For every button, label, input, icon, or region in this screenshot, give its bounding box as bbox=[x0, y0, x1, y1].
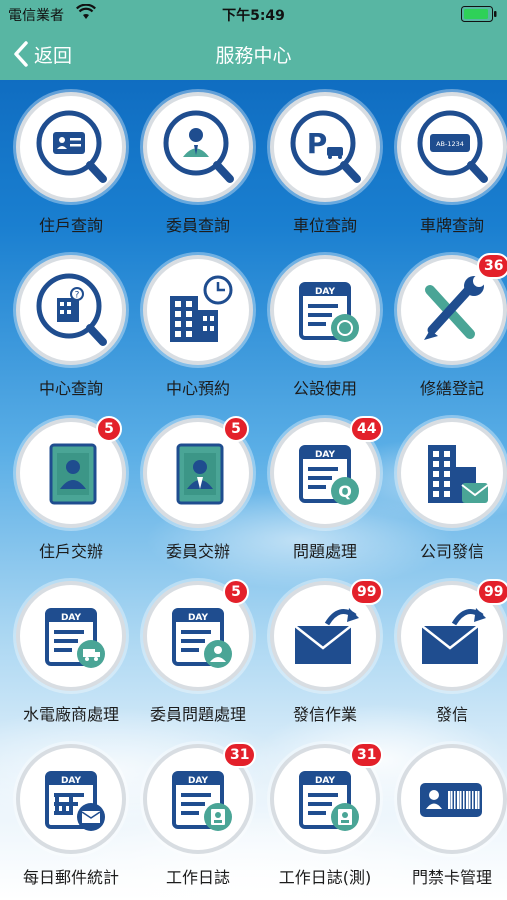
notification-badge: 5 bbox=[96, 416, 122, 442]
service-tile[interactable]: 門禁卡管理 bbox=[389, 732, 507, 897]
building-clock-icon bbox=[143, 255, 253, 365]
service-tile[interactable]: 36 修繕登記 bbox=[389, 243, 507, 408]
nav-bar: 返回 服務中心 bbox=[0, 28, 507, 80]
committee-search-icon bbox=[143, 92, 253, 202]
service-tile-label: 門禁卡管理 bbox=[411, 868, 492, 887]
service-tile-label: 住戶查詢 bbox=[38, 216, 103, 235]
access-card-icon bbox=[397, 744, 507, 854]
company-mail-icon bbox=[397, 418, 507, 528]
service-tile-label: 修繕登記 bbox=[419, 379, 484, 398]
svg-text:DAY: DAY bbox=[315, 287, 336, 297]
service-tile[interactable]: 5 住戶交辦 bbox=[8, 406, 134, 571]
service-tile-label: 中心查詢 bbox=[38, 379, 103, 398]
service-tile-label: 公司發信 bbox=[419, 542, 484, 561]
service-tile[interactable]: 99 發信作業 bbox=[262, 569, 388, 734]
notification-badge: 36 bbox=[477, 253, 507, 279]
service-tile[interactable]: 委員查詢 bbox=[135, 80, 261, 245]
service-tile-label: 委員問題處理 bbox=[149, 705, 246, 724]
service-tile[interactable]: DAY 31 工作日誌 bbox=[135, 732, 261, 897]
service-tile-label: 中心預約 bbox=[165, 379, 230, 398]
service-tile-label: 委員交辦 bbox=[165, 542, 230, 561]
service-tile[interactable]: DAY 水電廠商處理 bbox=[8, 569, 134, 734]
service-tile[interactable]: DAY 每日郵件統計 bbox=[8, 732, 134, 897]
service-tile-label: 發信作業 bbox=[292, 705, 357, 724]
status-bar: 電信業者 下午5:49 bbox=[0, 0, 507, 28]
service-tile-label: 問題處理 bbox=[292, 542, 357, 561]
service-tile-label: 公設使用 bbox=[292, 379, 357, 398]
notification-badge: 5 bbox=[223, 579, 249, 605]
svg-text:DAY: DAY bbox=[61, 776, 82, 786]
service-tile-label: 工作日誌(測) bbox=[278, 868, 372, 887]
resident-search-icon bbox=[16, 92, 126, 202]
service-tile[interactable]: DAY 31 工作日誌(測) bbox=[262, 732, 388, 897]
notification-badge: 31 bbox=[350, 742, 384, 768]
notification-badge: 31 bbox=[223, 742, 257, 768]
service-tile-label: 車牌查詢 bbox=[419, 216, 484, 235]
service-tile[interactable]: DAY 公設使用 bbox=[262, 243, 388, 408]
license-plate-search-icon: AB-1234 bbox=[397, 92, 507, 202]
service-tile[interactable]: 5 委員交辦 bbox=[135, 406, 261, 571]
service-tile-label: 車位查詢 bbox=[292, 216, 357, 235]
svg-text:P: P bbox=[307, 127, 328, 160]
service-tile-label: 水電廠商處理 bbox=[22, 705, 119, 724]
svg-text:DAY: DAY bbox=[61, 613, 82, 623]
service-tile[interactable]: DAY Q 44 問題處理 bbox=[262, 406, 388, 571]
service-tile[interactable]: P 車位查詢 bbox=[262, 80, 388, 245]
building-search-icon: ? bbox=[16, 255, 126, 365]
service-tile[interactable]: 公司發信 bbox=[389, 406, 507, 571]
notification-badge: 99 bbox=[477, 579, 507, 605]
clock: 下午5:49 bbox=[222, 8, 285, 24]
service-tile-label: 每日郵件統計 bbox=[22, 868, 119, 887]
svg-text:DAY: DAY bbox=[188, 776, 209, 786]
chart-mail-icon: DAY bbox=[16, 744, 126, 854]
battery-icon bbox=[461, 6, 497, 22]
svg-text:AB-1234: AB-1234 bbox=[436, 140, 464, 148]
service-tile-label: 委員查詢 bbox=[165, 216, 230, 235]
service-tile-label: 發信 bbox=[435, 705, 468, 724]
notification-badge: 99 bbox=[350, 579, 384, 605]
page-title: 服務中心 bbox=[215, 45, 292, 67]
svg-text:DAY: DAY bbox=[188, 613, 209, 623]
svg-text:DAY: DAY bbox=[315, 450, 336, 460]
service-tile[interactable]: 住戶查詢 bbox=[8, 80, 134, 245]
service-tile-label: 住戶交辦 bbox=[38, 542, 103, 561]
facility-calendar-icon: DAY bbox=[270, 255, 380, 365]
svg-text:?: ? bbox=[75, 291, 80, 301]
svg-text:DAY: DAY bbox=[315, 776, 336, 786]
calendar-truck-icon: DAY bbox=[16, 581, 126, 691]
notification-badge: 44 bbox=[350, 416, 384, 442]
service-tile[interactable]: 中心預約 bbox=[135, 243, 261, 408]
service-tile[interactable]: 99 發信 bbox=[389, 569, 507, 734]
service-tile[interactable]: AB-1234 車牌查詢 bbox=[389, 80, 507, 245]
service-tile[interactable]: DAY 5 委員問題處理 bbox=[135, 569, 261, 734]
service-tile[interactable]: ? 中心查詢 bbox=[8, 243, 134, 408]
svg-text:Q: Q bbox=[338, 482, 352, 501]
notification-badge: 5 bbox=[223, 416, 249, 442]
parking-search-icon: P bbox=[270, 92, 380, 202]
service-tile-label: 工作日誌 bbox=[165, 868, 230, 887]
